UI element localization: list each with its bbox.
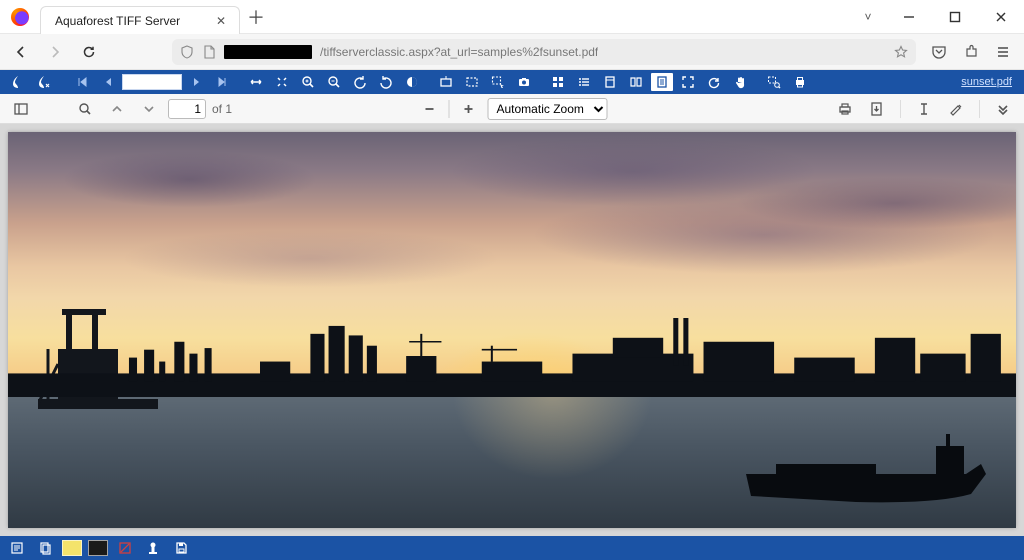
thumbnails-icon[interactable] (546, 72, 570, 92)
note-icon[interactable] (6, 539, 28, 557)
first-page-icon[interactable] (70, 72, 94, 92)
print-icon[interactable] (788, 72, 812, 92)
rotate-right-icon[interactable] (374, 72, 398, 92)
text-select-icon[interactable] (911, 97, 937, 121)
new-tab-button[interactable]: ＋ (240, 0, 272, 33)
pdf-viewer-toolbar: of 1 Automatic Zoom (0, 94, 1024, 124)
two-page-icon[interactable] (624, 72, 648, 92)
find-icon[interactable] (72, 97, 98, 121)
page-down-icon[interactable] (136, 97, 162, 121)
document-viewport[interactable] (0, 124, 1024, 536)
nav-reload-button[interactable] (74, 38, 104, 66)
page-number-field[interactable] (122, 74, 182, 90)
shield-icon (180, 45, 194, 59)
next-page-icon[interactable] (184, 72, 208, 92)
extensions-icon[interactable] (956, 38, 986, 66)
tools-menu-icon[interactable] (990, 97, 1016, 121)
page-icon (202, 45, 216, 59)
window-close-button[interactable] (978, 0, 1024, 33)
zoom-select[interactable]: Automatic Zoom (488, 98, 608, 120)
highlight-black-swatch[interactable] (88, 540, 108, 556)
pdf-zoom-in-icon[interactable] (456, 97, 482, 121)
highlight-yellow-swatch[interactable] (62, 540, 82, 556)
browser-toolbar: /tiffserverclassic.aspx?at_url=samples%2… (0, 34, 1024, 70)
refresh-view-icon[interactable] (702, 72, 726, 92)
zoom-out-icon[interactable] (322, 72, 346, 92)
fit-page-icon[interactable] (270, 72, 294, 92)
app-menu-icon[interactable] (988, 38, 1018, 66)
sidebar-toggle-icon[interactable] (8, 97, 34, 121)
zoom-region-icon[interactable] (762, 72, 786, 92)
export-pdf-icon[interactable] (6, 72, 30, 92)
window-titlebar: Aquaforest TIFF Server ✕ ＋ ˅ (0, 0, 1024, 34)
tab-title: Aquaforest TIFF Server (55, 14, 203, 28)
zoom-in-icon[interactable] (296, 72, 320, 92)
stamp-icon[interactable] (142, 539, 164, 557)
tab-close-icon[interactable]: ✕ (213, 13, 229, 29)
nav-forward-button[interactable] (40, 38, 70, 66)
annotation-toolbar (0, 536, 1024, 560)
pan-hand-icon[interactable] (728, 72, 752, 92)
rotate-left-icon[interactable] (348, 72, 372, 92)
document-page (8, 132, 1016, 528)
pocket-icon[interactable] (924, 38, 954, 66)
page-count-label: of 1 (212, 102, 232, 116)
draw-icon[interactable] (943, 97, 969, 121)
sunset-image (8, 132, 1016, 528)
crop-icon[interactable] (434, 72, 458, 92)
page-up-icon[interactable] (104, 97, 130, 121)
last-page-icon[interactable] (210, 72, 234, 92)
single-page-icon[interactable] (598, 72, 622, 92)
pdf-zoom-controls: Automatic Zoom (417, 97, 608, 121)
current-file-label[interactable]: sunset.pdf (961, 76, 1018, 88)
select-area-icon[interactable] (460, 72, 484, 92)
bookmark-star-icon[interactable] (894, 45, 908, 59)
pdf-download-icon[interactable] (864, 97, 890, 121)
url-bar[interactable]: /tiffserverclassic.aspx?at_url=samples%2… (172, 39, 916, 65)
save-icon[interactable] (170, 539, 192, 557)
titlebar-spacer (272, 0, 850, 33)
tabs-dropdown-icon[interactable]: ˅ (850, 0, 886, 33)
window-minimize-button[interactable] (886, 0, 932, 33)
url-redacted (224, 45, 312, 59)
fullscreen-icon[interactable] (676, 72, 700, 92)
pdf-zoom-out-icon[interactable] (417, 97, 443, 121)
firefox-icon (0, 0, 40, 33)
select-area-cursor-icon[interactable] (486, 72, 510, 92)
window-maximize-button[interactable] (932, 0, 978, 33)
camera-icon[interactable] (512, 72, 536, 92)
list-icon[interactable] (572, 72, 596, 92)
toolbar-right-icons (920, 38, 1018, 66)
app-toolbar: sunset.pdf (0, 70, 1024, 94)
current-page-input[interactable] (168, 99, 206, 119)
browser-tab[interactable]: Aquaforest TIFF Server ✕ (40, 6, 240, 34)
nav-back-button[interactable] (6, 38, 36, 66)
url-text: /tiffserverclassic.aspx?at_url=samples%2… (320, 45, 598, 59)
prev-page-icon[interactable] (96, 72, 120, 92)
export-pdf-alt-icon[interactable] (32, 72, 56, 92)
invert-icon[interactable] (400, 72, 424, 92)
fit-width-icon[interactable] (244, 72, 268, 92)
pdf-print-icon[interactable] (832, 97, 858, 121)
copy-page-icon[interactable] (34, 539, 56, 557)
redact-icon[interactable] (114, 539, 136, 557)
document-view-icon[interactable] (650, 72, 674, 92)
